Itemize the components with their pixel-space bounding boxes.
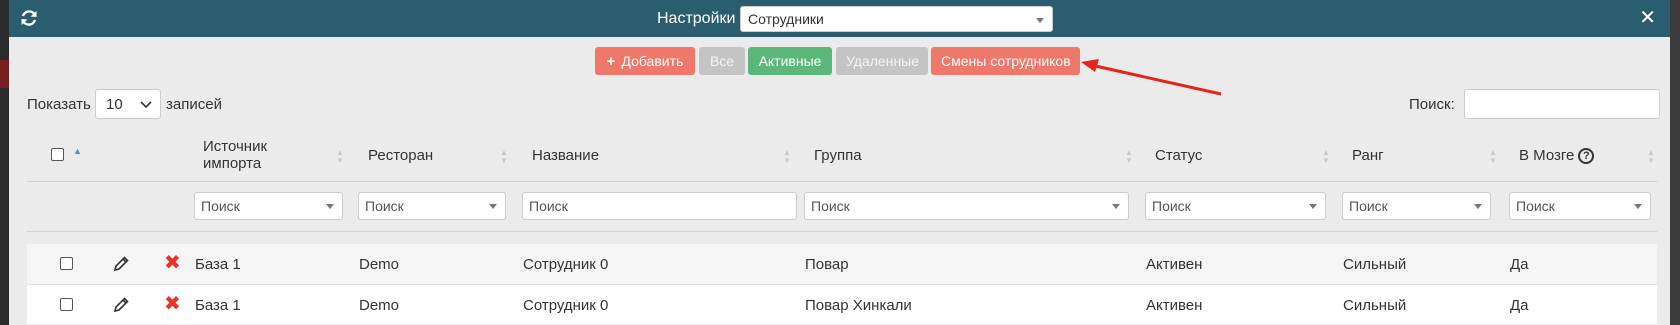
filter-restaurant-select[interactable]: Поиск: [358, 192, 506, 220]
help-icon[interactable]: ?: [1578, 148, 1595, 164]
column-header-status[interactable]: Статус: [1155, 147, 1202, 164]
sort-asc-icon[interactable]: ▲: [73, 146, 82, 156]
filter-name-input[interactable]: Поиск: [522, 192, 797, 220]
cell-status: Активен: [1146, 256, 1203, 273]
cell-restaurant: Demo: [359, 297, 400, 314]
sort-icon[interactable]: ▲ ▼: [336, 149, 344, 165]
filter-divider: [27, 231, 1657, 232]
column-header-source[interactable]: Источник импорта: [203, 138, 303, 172]
caret-down-icon: [1309, 204, 1317, 209]
cell-name: Сотрудник 0: [523, 297, 609, 314]
filter-rank-select[interactable]: Поиск: [1342, 192, 1491, 220]
search-label: Поиск:: [1409, 96, 1455, 113]
settings-modal: Настройки Сотрудники ✕ + Добавить Все Акт…: [9, 0, 1670, 325]
add-button-label: Добавить: [621, 53, 684, 69]
filter-placeholder: Поиск: [201, 198, 240, 214]
annotation-arrow: [1081, 59, 1222, 96]
filter-group-select[interactable]: Поиск: [804, 192, 1129, 220]
column-header-in-brain[interactable]: В Мозге?: [1519, 147, 1595, 164]
caret-down-icon: [1036, 18, 1044, 23]
cell-status: Активен: [1146, 297, 1203, 314]
select-all-checkbox[interactable]: [51, 148, 64, 161]
sort-icon[interactable]: ▲ ▼: [500, 149, 508, 165]
row-checkbox[interactable]: [60, 298, 73, 311]
filter-placeholder: Поиск: [529, 198, 568, 214]
section-select-value: Сотрудники: [748, 11, 824, 27]
sort-icon[interactable]: ▲ ▼: [1489, 149, 1497, 165]
filter-placeholder: Поиск: [1516, 198, 1555, 214]
cell-in-brain: Да: [1510, 256, 1529, 273]
sort-icon[interactable]: ▲ ▼: [1647, 149, 1655, 165]
header-divider: [27, 181, 1657, 182]
column-header-group[interactable]: Группа: [814, 147, 862, 164]
pencil-icon[interactable]: [112, 255, 130, 273]
delete-icon[interactable]: ✖: [164, 253, 181, 273]
cell-source: База 1: [195, 256, 241, 273]
settings-title: Настройки: [657, 10, 736, 27]
column-header-restaurant[interactable]: Ресторан: [368, 147, 433, 164]
delete-icon[interactable]: ✖: [164, 294, 181, 314]
column-header-name[interactable]: Название: [532, 147, 599, 164]
filter-placeholder: Поиск: [365, 198, 404, 214]
chevron-down-icon: [140, 101, 152, 109]
close-icon[interactable]: ✕: [1639, 8, 1656, 28]
employee-shifts-button[interactable]: Смены сотрудников: [931, 47, 1080, 75]
records-label: записей: [166, 96, 222, 113]
refresh-icon[interactable]: [19, 8, 39, 28]
filter-placeholder: Поиск: [1349, 198, 1388, 214]
filter-placeholder: Поиск: [1152, 198, 1191, 214]
filter-deleted-button[interactable]: Удаленные: [836, 47, 928, 75]
caret-down-icon: [489, 204, 497, 209]
cell-group: Повар: [805, 256, 849, 273]
background-accent: [0, 60, 9, 88]
cell-in-brain: Да: [1510, 297, 1529, 314]
section-select[interactable]: Сотрудники: [740, 6, 1053, 32]
filter-placeholder: Поиск: [811, 198, 850, 214]
sort-icon[interactable]: ▲ ▼: [1322, 149, 1330, 165]
filter-source-select[interactable]: Поиск: [194, 192, 343, 220]
cell-group: Повар Хинкали: [805, 297, 912, 314]
table-row[interactable]: ✖ База 1 Demo Сотрудник 0 Повар Хинкали …: [27, 284, 1657, 324]
caret-down-icon: [1474, 204, 1482, 209]
show-label: Показать: [27, 96, 91, 113]
add-button[interactable]: + Добавить: [595, 47, 695, 75]
filter-status-select[interactable]: Поиск: [1145, 192, 1326, 220]
plus-icon: +: [606, 53, 616, 70]
cell-restaurant: Demo: [359, 256, 400, 273]
pencil-icon[interactable]: [112, 296, 130, 314]
caret-down-icon: [1634, 204, 1642, 209]
cell-name: Сотрудник 0: [523, 256, 609, 273]
cell-source: База 1: [195, 297, 241, 314]
caret-down-icon: [326, 204, 334, 209]
background-left-edge: [0, 0, 9, 325]
page-length-select[interactable]: 10: [95, 89, 161, 119]
cell-rank: Сильный: [1343, 297, 1407, 314]
page-length-value: 10: [106, 96, 123, 113]
column-header-rank[interactable]: Ранг: [1352, 147, 1384, 164]
row-checkbox[interactable]: [60, 257, 73, 270]
sort-icon[interactable]: ▲ ▼: [1125, 149, 1133, 165]
search-input[interactable]: [1464, 89, 1660, 119]
table-row[interactable]: ✖ База 1 Demo Сотрудник 0 Повар Активен …: [27, 244, 1657, 284]
cell-rank: Сильный: [1343, 256, 1407, 273]
column-header-in-brain-label: В Мозге: [1519, 147, 1575, 164]
filter-all-button[interactable]: Все: [699, 47, 745, 75]
background-right-edge: [1670, 0, 1680, 325]
modal-titlebar: Настройки Сотрудники ✕: [9, 0, 1670, 37]
filter-active-button[interactable]: Активные: [748, 47, 832, 75]
caret-down-icon: [1112, 204, 1120, 209]
sort-icon[interactable]: ▲ ▼: [783, 149, 791, 165]
filter-in-brain-select[interactable]: Поиск: [1509, 192, 1651, 220]
